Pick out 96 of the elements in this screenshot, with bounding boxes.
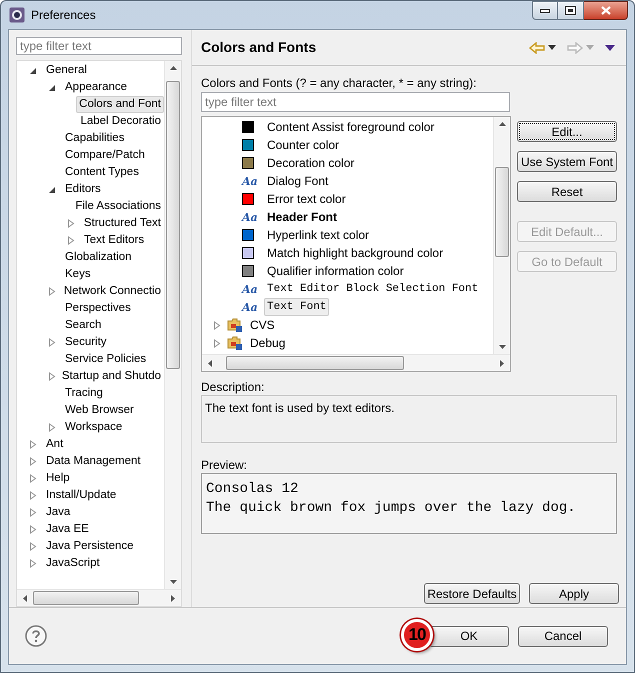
scroll-left-arrow-icon[interactable] [208, 360, 212, 367]
tree-item[interactable]: Debug [247, 333, 288, 353]
tree-item[interactable]: Java Persistence [43, 538, 137, 555]
tree-item[interactable]: JavaScript [43, 555, 103, 572]
description-label: Description: [201, 379, 266, 394]
filter-field[interactable]: type filter text [16, 37, 182, 55]
tree-item[interactable]: Label Decoratio [77, 113, 164, 130]
horizontal-scrollbar[interactable] [17, 589, 181, 606]
tree-item[interactable]: Ant [43, 436, 66, 453]
tree-item[interactable]: Java EE [43, 521, 92, 538]
tree-item[interactable]: Network Connectio [60, 283, 164, 300]
close-icon [600, 6, 610, 15]
tree-item[interactable]: Java [43, 504, 74, 521]
tree-item[interactable]: Data Management [43, 453, 144, 470]
push-button[interactable]: Restore Defaults [424, 583, 520, 604]
maximize-button[interactable] [558, 1, 584, 20]
tree-item[interactable]: Error text color [264, 190, 349, 208]
expanded-arrow-icon[interactable] [48, 186, 56, 194]
tree-item[interactable]: Colors and Font [76, 96, 164, 113]
push-button[interactable]: Cancel [518, 626, 608, 646]
scroll-up-arrow-icon[interactable] [170, 66, 177, 70]
minimize-icon [540, 8, 550, 12]
tree-item[interactable]: Compare/Patch [62, 147, 148, 164]
description-box: The text font is used by text editors. [201, 395, 617, 443]
tree-item[interactable]: Capabilities [62, 130, 128, 147]
push-button[interactable]: Use System Font [517, 151, 617, 172]
tree-item[interactable]: Content Assist foreground color [264, 118, 438, 136]
tree-item[interactable]: Globalization [62, 249, 134, 266]
view-menu-icon[interactable] [605, 44, 615, 50]
tree-item[interactable]: Structured Text [80, 215, 164, 232]
forward-arrow-icon[interactable] [567, 42, 583, 54]
push-button[interactable]: Apply [529, 583, 619, 604]
tree-item[interactable]: Content Types [62, 164, 142, 181]
font-icon: Aa [242, 176, 262, 186]
tree-item[interactable]: General [43, 62, 90, 79]
preview-text: Consolas 12 [206, 480, 300, 499]
tree-item[interactable]: Perspectives [62, 300, 134, 317]
window-title: Preferences [31, 7, 96, 24]
collapsed-arrow-icon[interactable] [48, 372, 56, 381]
tree-item[interactable]: Match highlight background color [264, 244, 446, 262]
tree-item[interactable]: Service Policies [62, 351, 150, 368]
collapsed-arrow-icon[interactable] [48, 338, 56, 347]
tree-item[interactable]: Decoration color [264, 154, 358, 172]
tree-item[interactable]: Header Font [264, 208, 340, 226]
page-title: Colors and Fonts [201, 38, 316, 57]
horizontal-scrollbar[interactable] [202, 354, 510, 371]
tree-item[interactable]: Text Font [264, 298, 330, 316]
scroll-down-arrow-icon[interactable] [170, 580, 177, 584]
scroll-down-arrow-icon[interactable] [499, 345, 506, 349]
tree-item[interactable]: Qualifier information color [264, 262, 407, 280]
close-button[interactable] [584, 1, 628, 20]
vertical-scrollbar[interactable] [493, 117, 510, 354]
filter-label: Colors and Fonts (? = any character, * = any string): [201, 75, 478, 90]
tree-item[interactable]: Text Editors [81, 232, 148, 249]
tree-item[interactable]: Web Browser [62, 402, 137, 419]
scroll-right-arrow-icon[interactable] [500, 360, 504, 367]
tree-item[interactable]: Keys [62, 266, 94, 283]
scroll-up-arrow-icon[interactable] [499, 122, 506, 126]
preview-text: The quick brown fox jumps over the lazy dog. [206, 499, 577, 518]
collapsed-arrow-icon[interactable] [48, 423, 56, 432]
minimize-button[interactable] [532, 1, 558, 20]
tree-item[interactable]: Workspace [62, 419, 126, 436]
tree-item[interactable]: Counter color [264, 136, 342, 154]
tree-item[interactable]: Startup and Shutdo [58, 368, 164, 385]
step-callout-badge: 10 [401, 618, 433, 650]
tree-item[interactable]: Hyperlink text color [264, 226, 372, 244]
tree-item[interactable]: Install/Update [43, 487, 120, 504]
filter-field[interactable]: type filter text [201, 92, 510, 112]
font-icon: Aa [242, 284, 262, 294]
font-icon: Aa [242, 302, 262, 312]
dropdown-caret-icon[interactable] [548, 45, 556, 50]
tree-item[interactable]: Dialog Font [264, 172, 332, 190]
expanded-arrow-icon[interactable] [48, 84, 56, 92]
tree-item[interactable]: Search [62, 317, 104, 334]
scroll-left-arrow-icon[interactable] [23, 595, 27, 602]
scroll-right-arrow-icon[interactable] [171, 595, 175, 602]
folder-icon [227, 318, 243, 332]
tree-item[interactable]: CVS [247, 315, 278, 335]
folder-icon [227, 336, 243, 350]
tree-item[interactable]: Editors [62, 181, 104, 198]
restore-icon [565, 6, 576, 15]
help-icon[interactable] [25, 625, 47, 647]
push-button[interactable]: Reset [517, 181, 617, 202]
preview-label: Preview: [201, 457, 248, 472]
tree-item[interactable]: Security [62, 334, 110, 351]
push-button[interactable]: OK [429, 626, 509, 646]
push-button[interactable]: Edit... [517, 121, 617, 142]
expanded-arrow-icon[interactable] [29, 66, 37, 74]
tree-item[interactable]: File Associations [72, 198, 164, 215]
vertical-scrollbar[interactable] [164, 61, 181, 589]
tree-item[interactable]: Appearance [62, 79, 130, 96]
tree-item[interactable]: Help [43, 470, 73, 487]
collapsed-arrow-icon[interactable] [48, 287, 56, 296]
tree-item[interactable]: Text Editor Block Selection Font [264, 280, 482, 298]
tree-item[interactable]: Tracing [62, 385, 106, 402]
font-icon: Aa [242, 212, 262, 222]
